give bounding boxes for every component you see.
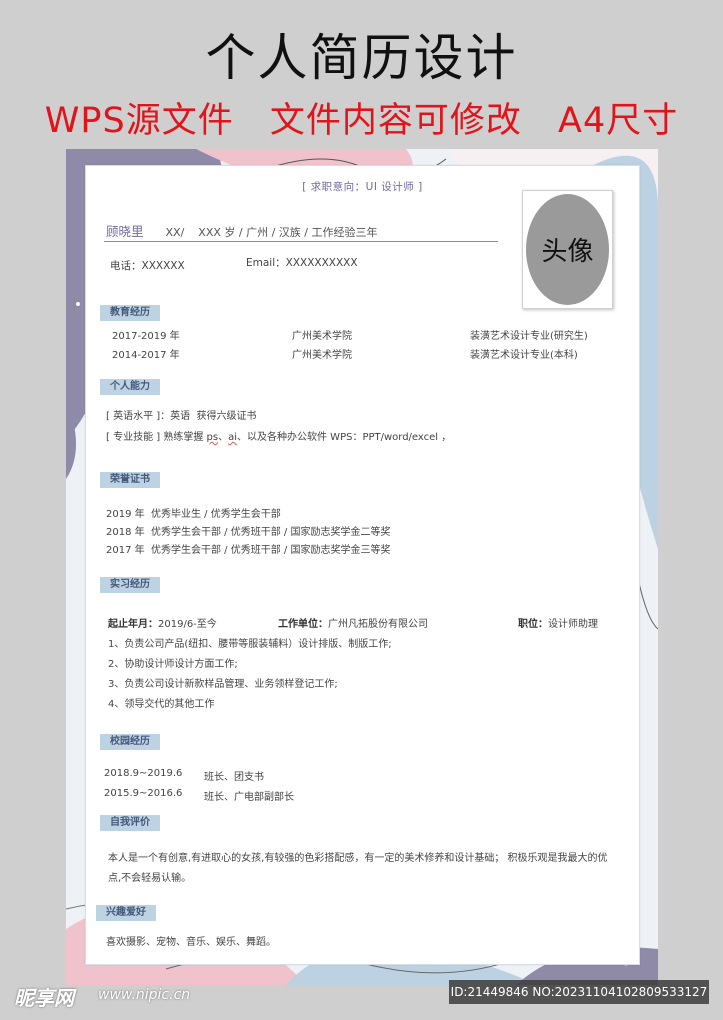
honor-row: 2017 年 优秀学生会干部 / 优秀班干部 / 国家励志奖学金三等奖 [106,545,391,556]
section-title-campus: 校园经历 [100,734,160,750]
internship-duty: 3、负责公司设计新款样品管理、业务领样登记工作; [108,679,338,690]
watermark-id: ID:21449846 NO:20231104102809533127 [449,980,709,1004]
watermark-url: www.nipic.cn [98,987,191,1003]
avatar: 头像 [522,190,613,309]
page-subtitle: WPS源文件 文件内容可修改 A4尺寸 [0,92,723,143]
english-value: 英语 获得六级证书 [170,411,257,422]
pro-label: [ 专业技能 ] [106,432,164,443]
professional-skill: [ 专业技能 ] 熟练掌握 ps、ai、以及各种办公软件 WPS：PPT/wor… [106,428,451,443]
email-field: Email：XXXXXXXXXX [246,257,358,269]
position-value: 设计师助理 [548,619,598,630]
section-title-education: 教育经历 [100,305,160,321]
self-evaluation-text: 本人是一个有创意,有进取心的女孩,有较强的色彩搭配感，有一定的美术修养和设计基础… [108,853,608,884]
campus-role: 班长、团支书 [204,772,264,783]
skill-ps: ps [206,432,219,443]
name-divider [104,241,498,242]
section-title-hobbies: 兴趣爱好 [96,905,156,921]
honor-row: 2018 年 优秀学生会干部 / 优秀班干部 / 国家励志奖学金二等奖 [106,527,391,538]
subtitle-part-editable: 文件内容可修改 [269,101,522,141]
start-value: 2019/6-至今 [158,619,217,630]
internship-duty: 1、负责公司产品(纽扣、腰带等服装辅料）设计排版、制版工作; [108,639,392,650]
section-title-self-evaluation: 自我评价 [100,815,160,831]
section-title-skills: 个人能力 [100,379,160,395]
company-value: 广州凡拓股份有限公司 [328,619,428,630]
watermark-logo: 昵享网 [14,986,74,1010]
english-label: [ 英语水平 ]： [106,411,171,422]
honor-row: 2019 年 优秀毕业生 / 优秀学生会干部 [106,509,281,520]
basic-info: XX/ XXX 岁 / 广州 / 汉族 / 工作经验三年 [165,226,378,239]
avatar-placeholder: 头像 [526,194,609,305]
skill-ai: ai [228,432,237,443]
education-school: 广州美术学院 [292,350,352,361]
name-row: 顾晓里 XX/ XXX 岁 / 广州 / 汉族 / 工作经验三年 [106,221,526,240]
internship-duty: 4、领导交代的其他工作 [108,699,215,710]
campus-period: 2015.9~2016.6 [104,788,183,799]
position-label: 职位： [518,619,548,630]
campus-role: 班长、广电部副部长 [204,792,294,803]
subtitle-part-size: A4尺寸 [558,101,679,141]
internship-duty: 2、协助设计师设计方面工作; [108,659,238,670]
internship-company: 工作单位：广州凡拓股份有限公司 [278,615,428,630]
hobbies-text: 喜欢摄影、宠物、音乐、娱乐、舞蹈。 [106,937,276,948]
education-period: 2014-2017 年 [112,350,180,361]
education-period: 2017-2019 年 [112,331,180,342]
phone-field: 电话：XXXXXX [110,260,185,272]
internship-position: 职位：设计师助理 [518,615,598,630]
start-label: 起止年月： [108,619,158,630]
skill-sep: 、 [218,432,229,443]
section-title-internship: 实习经历 [100,577,160,593]
candidate-name: 顾晓里 [106,224,144,239]
english-skill: [ 英语水平 ]：英语 获得六级证书 [106,407,257,422]
education-major: 装潢艺术设计专业(本科) [470,350,578,361]
company-label: 工作单位： [278,619,328,630]
education-school: 广州美术学院 [292,331,352,342]
pro-prefix: 熟练掌握 [163,432,207,443]
page-title: 个人简历设计 [205,29,518,87]
education-major: 装潢艺术设计专业(研究生) [470,331,588,342]
resume-page: [ 求职意向：UI 设计师 ] 顾晓里 XX/ XXX 岁 / 广州 / 汉族 /… [85,165,640,965]
internship-period: 起止年月：2019/6-至今 [108,615,217,630]
subtitle-part-source: WPS源文件 [44,101,234,141]
pro-suffix: 、以及各种办公软件 WPS：PPT/word/excel ， [237,432,452,443]
campus-period: 2018.9~2019.6 [104,768,183,779]
section-title-honors: 荣誉证书 [100,472,160,488]
